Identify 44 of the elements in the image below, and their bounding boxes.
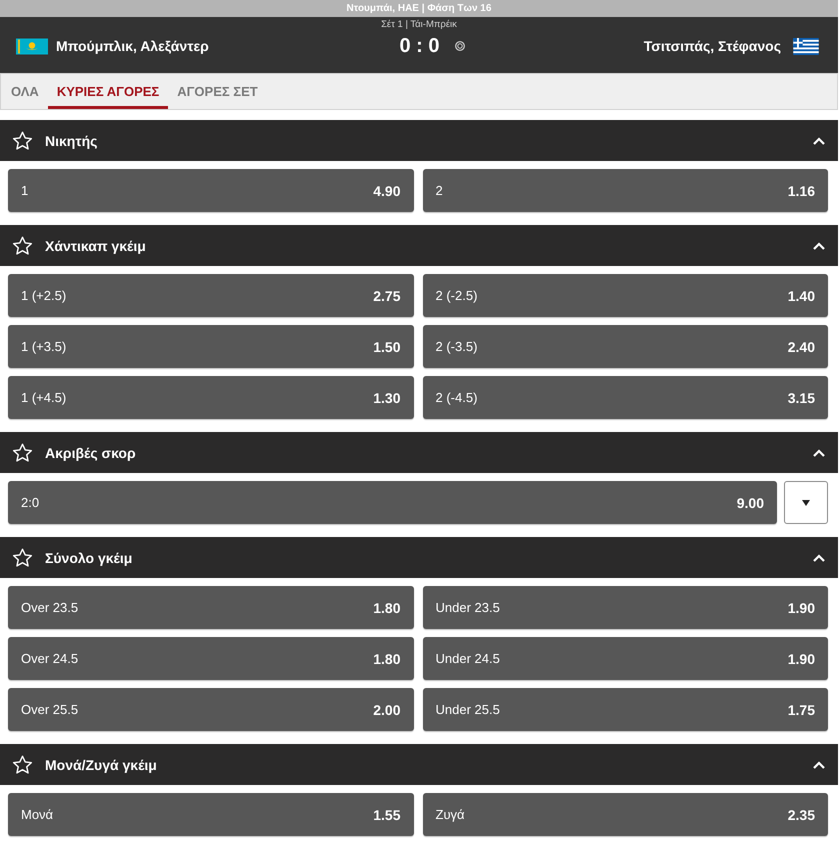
odds-button[interactable]: Under 25.5 1.75 bbox=[422, 688, 828, 731]
odds-button[interactable]: 2 1.16 bbox=[422, 169, 828, 212]
odds-button[interactable]: Ζυγά 2.35 bbox=[422, 793, 828, 836]
chevron-up-icon[interactable] bbox=[813, 554, 825, 562]
market-tab[interactable]: ΑΓΟΡΕΣ ΣΕΤ bbox=[168, 74, 267, 109]
odds-button[interactable]: Over 25.5 2.00 bbox=[8, 688, 414, 731]
odds-button[interactable]: Over 23.5 1.80 bbox=[8, 586, 414, 629]
player-name: Τσιτσιπάς, Στέφανος bbox=[644, 38, 781, 54]
star-icon[interactable] bbox=[12, 754, 33, 774]
match-status: Σέτ 1 | Τάι-Μπρέικ bbox=[381, 19, 457, 31]
chevron-up-icon[interactable] bbox=[813, 760, 825, 768]
odds-button[interactable]: 2 (-2.5) 1.40 bbox=[422, 274, 828, 317]
star-icon[interactable] bbox=[12, 548, 33, 568]
chevron-up-icon[interactable] bbox=[813, 448, 825, 456]
market-title: Μονά/Ζυγά γκέιμ bbox=[45, 756, 158, 772]
star-icon[interactable] bbox=[12, 442, 33, 462]
market-title: Σύνολο γκέιμ bbox=[45, 550, 134, 566]
odds-button[interactable]: 2:0 9.00 bbox=[8, 481, 777, 524]
market-title: Νικητής bbox=[45, 132, 98, 148]
star-icon[interactable] bbox=[12, 130, 33, 150]
player-name: Μπούμπλικ, Αλεξάντερ bbox=[56, 38, 209, 54]
odds-button[interactable]: Over 24.5 1.80 bbox=[8, 637, 414, 680]
odds-button[interactable]: Μονά 1.55 bbox=[8, 793, 414, 836]
market-tab[interactable]: ΚΥΡΙΕΣ ΑΓΟΡΕΣ bbox=[48, 74, 168, 109]
ring-icon bbox=[454, 41, 465, 51]
odds-button[interactable]: Under 24.5 1.90 bbox=[422, 637, 828, 680]
market-title: Ακριβές σκορ bbox=[45, 444, 137, 460]
kazakhstan-flag-icon bbox=[16, 38, 48, 54]
odds-button[interactable]: 2 (-4.5) 3.15 bbox=[422, 376, 828, 419]
chevron-up-icon[interactable] bbox=[813, 242, 825, 250]
odds-button[interactable]: 1 (+3.5) 1.50 bbox=[8, 325, 414, 368]
odds-button[interactable]: 1 4.90 bbox=[8, 169, 414, 212]
odds-button[interactable]: Under 23.5 1.90 bbox=[422, 586, 828, 629]
caret-down-icon bbox=[802, 500, 810, 506]
odds-button[interactable]: 2 (-3.5) 2.40 bbox=[422, 325, 828, 368]
dropdown-button[interactable] bbox=[784, 481, 828, 524]
score: 0 : 0 bbox=[399, 34, 440, 58]
odds-button[interactable]: 1 (+4.5) 1.30 bbox=[8, 376, 414, 419]
odds-button[interactable]: 1 (+2.5) 2.75 bbox=[8, 274, 414, 317]
star-icon[interactable] bbox=[12, 236, 33, 256]
market-title: Χάντικαπ γκέιμ bbox=[45, 238, 147, 254]
tournament-info: Ντουμπάι, ΗΑΕ | Φάση Των 16 bbox=[346, 2, 492, 14]
chevron-up-icon[interactable] bbox=[813, 136, 825, 144]
market-tab[interactable]: ΟΛΑ bbox=[2, 74, 48, 109]
